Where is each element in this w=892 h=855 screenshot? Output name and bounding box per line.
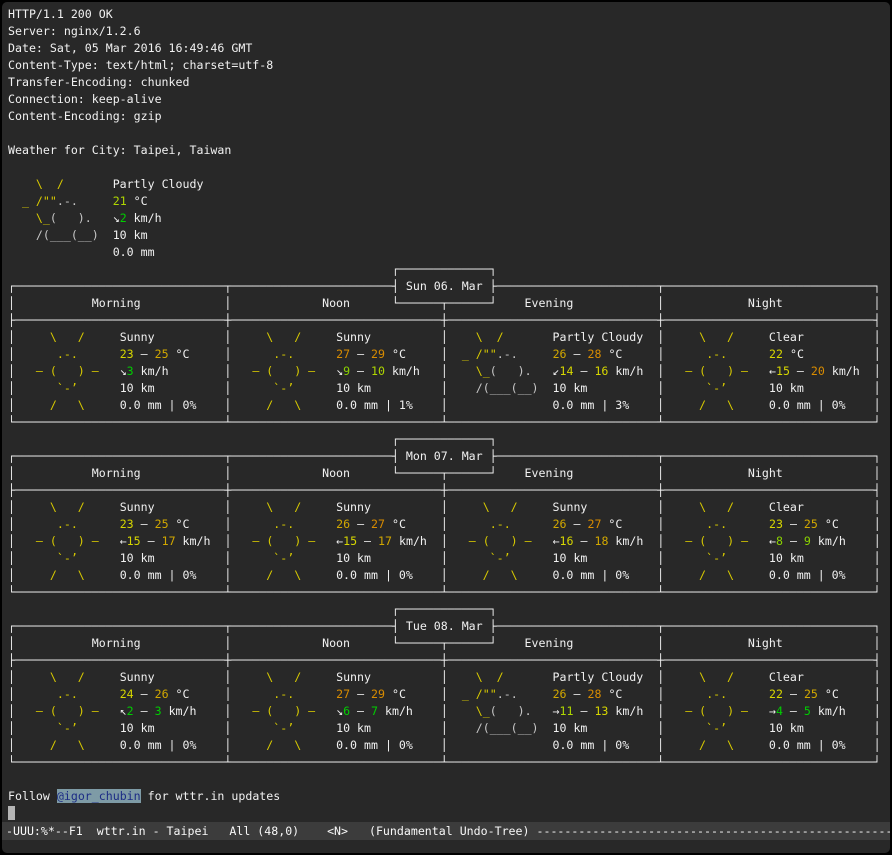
terminal-line: │ `-’ 10 km │ `-’ 10 km │ /(___(__) 10 k… [8, 380, 890, 397]
terminal-line: │ / \ 0.0 mm | 0% │ / \ 0.0 mm | 1% │ 0.… [8, 397, 890, 414]
terminal-line: ├──────────────────────────────┼────────… [8, 312, 890, 329]
terminal-line: /(___(__) 10 km [8, 227, 890, 244]
terminal-line: ├──────────────────────────────┼────────… [8, 482, 890, 499]
terminal-line: ┌─────────────┐ [8, 431, 890, 448]
terminal-line: Follow @igor_chubin for wttr.in updates [8, 788, 890, 805]
terminal-line [8, 159, 890, 176]
terminal-line: │ `-’ 10 km │ `-’ 10 km │ /(___(__) 10 k… [8, 720, 890, 737]
terminal-window: HTTP/1.1 200 OKServer: nginx/1.2.6Date: … [2, 2, 890, 853]
terminal-buffer[interactable]: HTTP/1.1 200 OKServer: nginx/1.2.6Date: … [2, 2, 890, 822]
terminal-line: │ Morning │ Noon └──────┬──────┘ Evening… [8, 295, 890, 312]
terminal-line: _ /"".-. 21 °C [8, 193, 890, 210]
terminal-line: ┌──────────────────────────────┬────────… [8, 618, 890, 635]
terminal-line: │ `-’ 10 km │ `-’ 10 km │ `-’ 10 km │ `-… [8, 550, 890, 567]
terminal-line: │ Morning │ Noon └──────┬──────┘ Evening… [8, 635, 890, 652]
terminal-line: ┌──────────────────────────────┬────────… [8, 278, 890, 295]
terminal-line: HTTP/1.1 200 OK [8, 6, 890, 23]
terminal-line: │ – ( ) – ↖2 – 3 km/h │ – ( ) – ↘6 – 7 k… [8, 703, 890, 720]
terminal-line: Weather for City: Taipei, Taiwan [8, 142, 890, 159]
terminal-line: │ / \ 0.0 mm | 0% │ / \ 0.0 mm | 0% │ 0.… [8, 737, 890, 754]
terminal-line [8, 125, 890, 142]
terminal-line: ┌──────────────────────────────┬────────… [8, 448, 890, 465]
igor-chubin-link[interactable]: @igor_chubin [57, 789, 141, 803]
terminal-line: │ .-. 23 – 25 °C │ .-. 27 – 29 °C │ _ /"… [8, 346, 890, 363]
terminal-line: Connection: keep-alive [8, 91, 890, 108]
block-cursor [8, 806, 15, 820]
terminal-line: Content-Type: text/html; charset=utf-8 [8, 57, 890, 74]
terminal-line: ┌─────────────┐ [8, 261, 890, 278]
terminal-line [8, 771, 890, 788]
terminal-line: │ – ( ) – ↘3 km/h │ – ( ) – ↘9 – 10 km/h… [8, 363, 890, 380]
terminal-line: \_( ). ↘2 km/h [8, 210, 890, 227]
terminal-line: │ Morning │ Noon └──────┬──────┘ Evening… [8, 465, 890, 482]
terminal-line: Transfer-Encoding: chunked [8, 74, 890, 91]
terminal-line: └──────────────────────────────┴────────… [8, 584, 890, 601]
terminal-line [8, 805, 890, 822]
terminal-line: Date: Sat, 05 Mar 2016 16:49:46 GMT [8, 40, 890, 57]
terminal-line: Server: nginx/1.2.6 [8, 23, 890, 40]
terminal-line: │ \ / Sunny │ \ / Sunny │ \ / Partly Clo… [8, 329, 890, 346]
terminal-line: │ – ( ) – ←15 – 17 km/h │ – ( ) – ←15 – … [8, 533, 890, 550]
terminal-line: ┌─────────────┐ [8, 601, 890, 618]
terminal-line: ├──────────────────────────────┼────────… [8, 652, 890, 669]
terminal-line: \ / Partly Cloudy [8, 176, 890, 193]
terminal-line: └──────────────────────────────┴────────… [8, 414, 890, 431]
terminal-line: │ / \ 0.0 mm | 0% │ / \ 0.0 mm | 0% │ / … [8, 567, 890, 584]
terminal-line: │ .-. 24 – 26 °C │ .-. 27 – 29 °C │ _ /"… [8, 686, 890, 703]
terminal-line: 0.0 mm [8, 244, 890, 261]
terminal-line: └──────────────────────────────┴────────… [8, 754, 890, 771]
terminal-line: │ \ / Sunny │ \ / Sunny │ \ / Sunny │ \ … [8, 499, 890, 516]
terminal-line: │ \ / Sunny │ \ / Sunny │ \ / Partly Clo… [8, 669, 890, 686]
terminal-line: │ .-. 23 – 25 °C │ .-. 26 – 27 °C │ .-. … [8, 516, 890, 533]
emacs-modeline: -UUU:%*--F1 wttr.in - Taipei All (48,0) … [2, 822, 890, 840]
terminal-line: Content-Encoding: gzip [8, 108, 890, 125]
